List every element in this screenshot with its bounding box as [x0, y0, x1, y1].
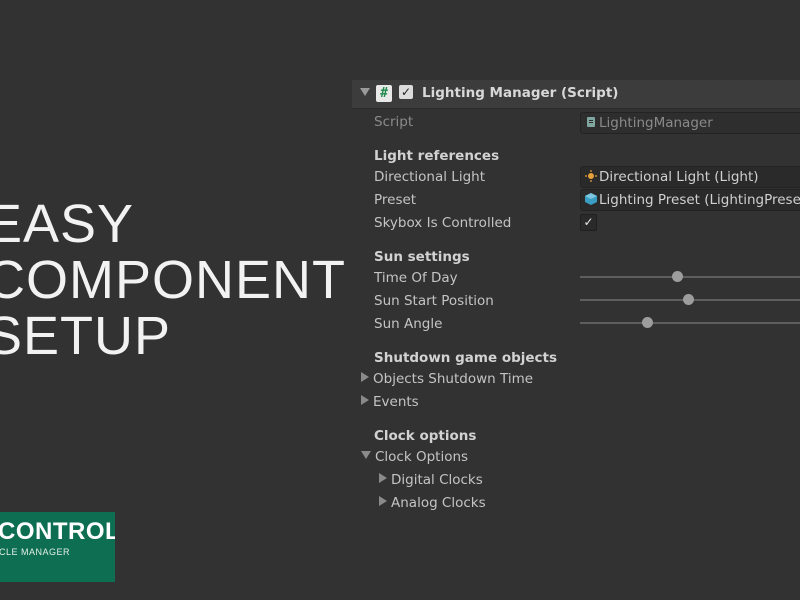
component-title: Lighting Manager (Script) [422, 85, 619, 101]
headline-line-2: COMPONENT [0, 250, 346, 310]
time-of-day-slider[interactable] [580, 270, 800, 284]
preset-icon [585, 193, 597, 205]
directional-light-value: Directional Light (Light) [599, 169, 759, 185]
clock-options-foldout[interactable]: Clock Options [361, 449, 468, 465]
slider-track [580, 276, 800, 278]
headline-line-1: EASY [0, 194, 135, 254]
logo-title: CONTROL [0, 518, 115, 545]
digital-clocks-foldout[interactable]: Digital Clocks [379, 472, 483, 488]
preset-field[interactable]: Lighting Preset (LightingPreset) [580, 189, 800, 211]
analog-clocks-foldout[interactable]: Analog Clocks [379, 495, 486, 511]
slider-thumb[interactable] [641, 317, 653, 328]
fold-right-icon [379, 496, 387, 506]
clock-options-label: Clock Options [375, 449, 469, 465]
fold-down-icon [361, 451, 371, 459]
script-label: Script [374, 114, 414, 130]
light-icon [585, 170, 597, 182]
events-foldout[interactable]: Events [361, 394, 419, 410]
sun-angle-label: Sun Angle [374, 316, 443, 332]
headline: EASY COMPONENT SETUP [0, 196, 346, 364]
directional-light-label: Directional Light [374, 169, 485, 185]
objects-shutdown-time-label: Objects Shutdown Time [373, 371, 534, 387]
sun-angle-slider[interactable] [580, 316, 800, 330]
digital-clocks-label: Digital Clocks [391, 472, 483, 488]
shutdown-heading: Shutdown game objects [374, 350, 558, 366]
fold-down-icon[interactable] [360, 88, 370, 96]
headline-line-3: SETUP [0, 306, 172, 366]
skybox-checkbox[interactable]: ✓ [580, 214, 597, 231]
slider-thumb[interactable] [683, 294, 695, 305]
script-value: LightingManager [599, 115, 713, 131]
events-label: Events [373, 394, 419, 410]
brand-logo: CONTROL CLE MANAGER [0, 512, 115, 582]
slider-track [580, 322, 800, 324]
fold-right-icon [379, 473, 387, 483]
time-of-day-label: Time Of Day [374, 270, 458, 286]
inspector-panel: # ✓ Lighting Manager (Script) Script Lig… [352, 80, 800, 520]
preset-label: Preset [374, 192, 417, 208]
logo-subtitle: CLE MANAGER [0, 547, 71, 557]
sun-start-position-label: Sun Start Position [374, 293, 494, 309]
sun-start-position-slider[interactable] [580, 293, 800, 307]
script-file-icon [587, 117, 595, 127]
csharp-script-icon: # [376, 85, 392, 102]
fold-right-icon [361, 395, 369, 405]
skybox-label: Skybox Is Controlled [374, 215, 512, 231]
analog-clocks-label: Analog Clocks [391, 495, 486, 511]
slider-thumb[interactable] [671, 271, 683, 282]
light-references-heading: Light references [374, 148, 500, 164]
directional-light-field[interactable]: Directional Light (Light) [580, 166, 800, 188]
script-field[interactable]: LightingManager [580, 112, 800, 134]
sun-settings-heading: Sun settings [374, 249, 470, 265]
objects-shutdown-time-foldout[interactable]: Objects Shutdown Time [361, 371, 533, 387]
fold-right-icon [361, 372, 369, 382]
component-enabled-checkbox[interactable]: ✓ [399, 85, 413, 99]
preset-value: Lighting Preset (LightingPreset) [599, 192, 800, 208]
clock-options-heading: Clock options [374, 428, 477, 444]
component-header[interactable]: # ✓ Lighting Manager (Script) [352, 80, 800, 109]
